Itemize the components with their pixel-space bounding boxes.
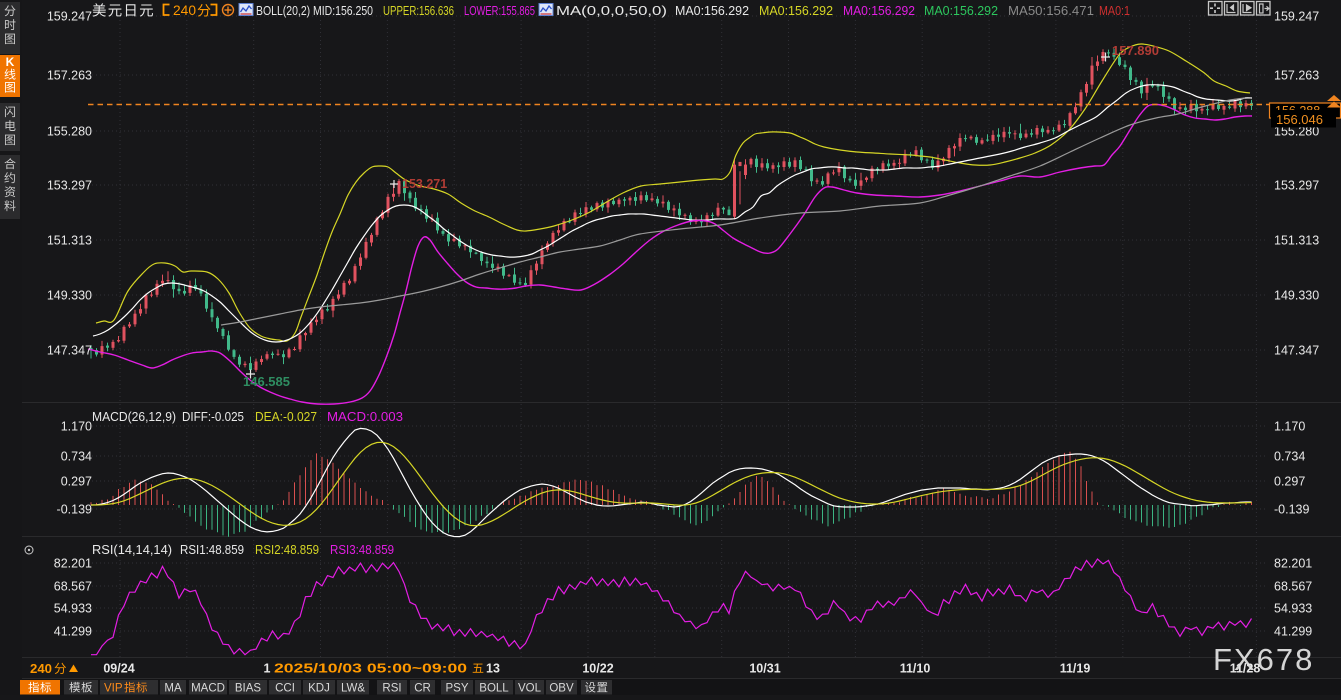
svg-text:DIFF:-0.025: DIFF:-0.025 [182,410,244,424]
svg-text:2025/10/03 05:00~09:00: 2025/10/03 05:00~09:00 [274,662,467,676]
svg-text:11/19: 11/19 [1060,662,1091,676]
svg-text:MA0:156.292: MA0:156.292 [675,3,749,18]
svg-text:CCI: CCI [275,683,295,695]
svg-text:PSY: PSY [445,683,468,695]
svg-text:1.170: 1.170 [61,420,92,434]
svg-text:0.297: 0.297 [1274,475,1305,489]
svg-text:68.567: 68.567 [1274,580,1312,594]
svg-text:OBV: OBV [549,683,574,695]
svg-text:41.299: 41.299 [1274,625,1312,639]
svg-text:1.170: 1.170 [1274,420,1305,434]
svg-text:0.297: 0.297 [61,475,92,489]
svg-text:11/10: 11/10 [900,662,931,676]
svg-text:157.890: 157.890 [1112,43,1159,58]
svg-text:157.263: 157.263 [47,69,92,83]
svg-text:153.297: 153.297 [1274,179,1319,193]
svg-text:155.280: 155.280 [47,125,92,139]
svg-text:MACD: MACD [191,683,225,695]
svg-text:RSI(14,14,14): RSI(14,14,14) [92,543,172,557]
svg-text:240: 240 [30,662,52,676]
svg-text:157.263: 157.263 [1274,69,1319,83]
svg-text:BOLL(20,2) MID:156.250: BOLL(20,2) MID:156.250 [256,3,373,18]
svg-text:DEA:-0.027: DEA:-0.027 [255,410,317,424]
svg-text:RSI1:48.859: RSI1:48.859 [180,543,244,557]
svg-text:-0.139: -0.139 [1274,503,1309,517]
svg-text:82.201: 82.201 [54,557,92,571]
svg-text:159.247: 159.247 [47,10,92,24]
svg-text:147.347: 147.347 [1274,344,1319,358]
svg-text:09/24: 09/24 [103,662,134,676]
svg-text:MA0:156.292: MA0:156.292 [924,3,998,18]
svg-text:RSI3:48.859: RSI3:48.859 [330,543,394,557]
svg-text:VIP: VIP [104,683,123,695]
svg-text:41.299: 41.299 [54,625,92,639]
svg-text:149.330: 149.330 [1274,289,1319,303]
svg-text:82.201: 82.201 [1274,557,1312,571]
svg-text:MACD(26,12,9): MACD(26,12,9) [92,410,176,424]
svg-text:147.347: 147.347 [47,344,92,358]
svg-text:UPPER:156.636: UPPER:156.636 [383,3,454,18]
svg-text:0.734: 0.734 [61,450,92,464]
svg-text:MA: MA [164,683,182,695]
svg-text:153.297: 153.297 [47,179,92,193]
svg-text:KDJ: KDJ [308,683,330,695]
svg-text:54.933: 54.933 [1274,602,1312,616]
svg-text:FX678: FX678 [1213,642,1314,677]
svg-text:240: 240 [173,3,196,18]
svg-text:54.933: 54.933 [54,602,92,616]
svg-text:153.271: 153.271 [402,177,447,191]
svg-text:K: K [6,55,15,69]
svg-text:MA(0,0,0,50,0): MA(0,0,0,50,0) [556,3,667,18]
svg-text:10/22: 10/22 [582,662,613,676]
svg-text:VOL: VOL [518,683,542,695]
svg-text:10/31: 10/31 [749,662,780,676]
svg-text:RSI2:48.859: RSI2:48.859 [255,543,319,557]
svg-text:BOLL: BOLL [479,683,509,695]
svg-text:151.313: 151.313 [1274,234,1319,248]
svg-text:LW&: LW& [341,683,365,695]
svg-text:MA0:156.292: MA0:156.292 [759,3,833,18]
svg-text:MA50:156.471: MA50:156.471 [1008,3,1094,18]
svg-text:LOWER:155.865: LOWER:155.865 [464,3,535,18]
svg-text:MA0:156.292: MA0:156.292 [843,3,915,18]
svg-text:156.046: 156.046 [1276,112,1323,127]
svg-text:68.567: 68.567 [54,580,92,594]
svg-text:159.247: 159.247 [1274,10,1319,24]
svg-text:MACD:0.003: MACD:0.003 [327,410,403,424]
svg-text:BIAS: BIAS [235,683,262,695]
svg-text:13: 13 [486,662,500,676]
svg-text:MA0:1: MA0:1 [1099,3,1130,18]
svg-text:-0.139: -0.139 [57,503,92,517]
svg-text:1: 1 [264,662,271,676]
svg-text:151.313: 151.313 [47,234,92,248]
svg-text:149.330: 149.330 [47,289,92,303]
svg-text:CR: CR [414,683,431,695]
svg-text:0.734: 0.734 [1274,450,1305,464]
svg-text:RSI: RSI [382,683,401,695]
